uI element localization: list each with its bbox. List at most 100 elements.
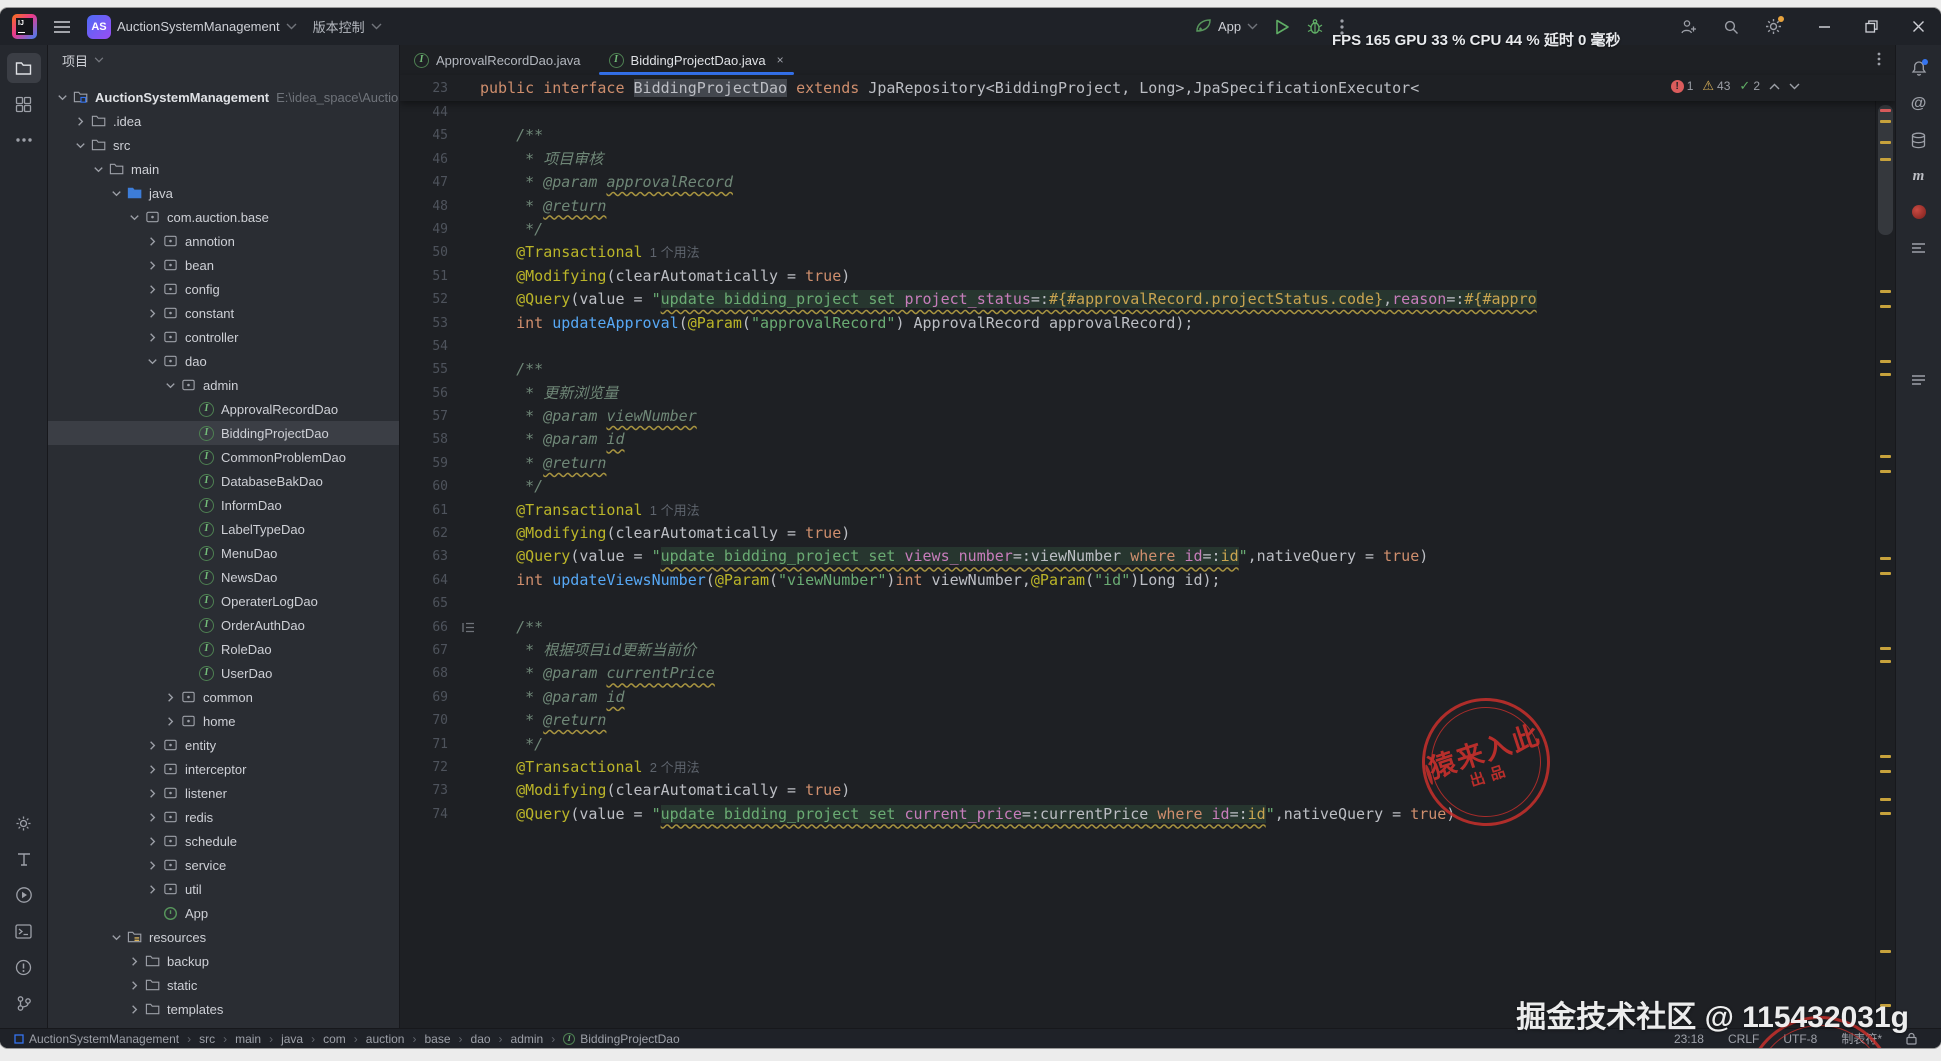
database-tool-icon[interactable] [1902, 125, 1936, 155]
services-tool-icon[interactable] [7, 808, 41, 838]
next-problem-icon[interactable] [1789, 83, 1800, 90]
chevron-open-icon[interactable] [126, 209, 143, 225]
warning-stripe-mark[interactable] [1880, 360, 1891, 363]
warning-stripe-mark[interactable] [1880, 305, 1891, 308]
warning-stripe-mark[interactable] [1880, 798, 1891, 801]
close-icon[interactable] [1912, 20, 1925, 33]
warning-stripe-mark[interactable] [1880, 557, 1891, 560]
tree-item-CommonProblemDao[interactable]: I CommonProblemDao [48, 445, 399, 469]
breadcrumb-item-main[interactable]: main [235, 1032, 261, 1046]
line-number[interactable]: 55 [400, 358, 462, 381]
chevron-open-icon[interactable] [108, 929, 125, 945]
structure-lines-icon[interactable] [1902, 233, 1936, 263]
debug-icon[interactable] [1307, 18, 1323, 35]
chevron-closed-icon[interactable] [144, 833, 161, 849]
line-number[interactable]: 56 [400, 382, 462, 405]
line-number[interactable]: 44 [400, 101, 462, 124]
project-tool-icon[interactable] [6, 53, 41, 83]
tree-item-util[interactable]: util [48, 877, 399, 901]
line-number[interactable]: 65 [400, 592, 462, 615]
warning-stripe-mark[interactable] [1880, 455, 1891, 458]
chevron-closed-icon[interactable] [144, 737, 161, 753]
line-number[interactable]: 64 [400, 569, 462, 592]
breadcrumb-item-com[interactable]: com [323, 1032, 346, 1046]
scrollbar-thumb[interactable] [1878, 105, 1893, 235]
error-stripe-mark[interactable] [1880, 109, 1891, 112]
line-number[interactable]: 68 [400, 662, 462, 685]
tree-item-static[interactable]: static [48, 973, 399, 997]
todo-tool-icon[interactable] [7, 844, 41, 874]
tree-item-LabelTypeDao[interactable]: I LabelTypeDao [48, 517, 399, 541]
chevron-closed-icon[interactable] [144, 257, 161, 273]
warning-stripe-mark[interactable] [1880, 812, 1891, 815]
prev-problem-icon[interactable] [1769, 83, 1780, 90]
line-number[interactable]: 45 [400, 124, 462, 147]
tree-item-ApprovalRecordDao[interactable]: I ApprovalRecordDao [48, 397, 399, 421]
error-stripe[interactable] [1875, 101, 1895, 1048]
line-number[interactable]: 70 [400, 709, 462, 732]
tree-item-BiddingProjectDao[interactable]: I BiddingProjectDao [48, 421, 399, 445]
breadcrumb-item-AuctionSystemManagement[interactable]: AuctionSystemManagement [14, 1032, 179, 1046]
problems-tool-icon[interactable] [7, 952, 41, 982]
tree-item-service[interactable]: service [48, 853, 399, 877]
tree-item-backup[interactable]: backup [48, 949, 399, 973]
warning-stripe-mark[interactable] [1880, 120, 1891, 123]
project-panel-title[interactable]: 项目 [62, 51, 88, 70]
tree-item-RoleDao[interactable]: I RoleDao [48, 637, 399, 661]
chevron-closed-icon[interactable] [144, 233, 161, 249]
git-tool-icon[interactable] [7, 988, 41, 1018]
line-number[interactable]: 71 [400, 733, 462, 756]
chevron-open-icon[interactable] [144, 353, 161, 369]
chevron-closed-icon[interactable] [144, 305, 161, 321]
breadcrumb-item-auction[interactable]: auction [366, 1032, 405, 1046]
breadcrumb-item-admin[interactable]: admin [511, 1032, 544, 1046]
tree-item-schedule[interactable]: schedule [48, 829, 399, 853]
terminal-tool-icon[interactable] [7, 916, 41, 946]
tree-item-OperaterLogDao[interactable]: I OperaterLogDao [48, 589, 399, 613]
more-tool-windows-icon[interactable] [7, 125, 41, 155]
chevron-open-icon[interactable] [54, 89, 71, 105]
line-number[interactable]: 49 [400, 218, 462, 241]
notifications-bell-icon[interactable] [1902, 53, 1936, 83]
run-tool-icon[interactable] [7, 880, 41, 910]
tree-item-com.auction.base[interactable]: com.auction.base [48, 205, 399, 229]
tree-item-interceptor[interactable]: interceptor [48, 757, 399, 781]
redis-tool-icon[interactable] [1902, 197, 1936, 227]
maven-tool-icon[interactable]: m [1902, 161, 1936, 191]
tree-item-controller[interactable]: controller [48, 325, 399, 349]
line-number[interactable]: 52 [400, 288, 462, 311]
tree-item-listener[interactable]: listener [48, 781, 399, 805]
close-tab-icon[interactable]: × [777, 53, 784, 67]
breadcrumb-item-src[interactable]: src [199, 1032, 215, 1046]
tree-item-bean[interactable]: bean [48, 253, 399, 277]
line-number[interactable]: 61 [400, 499, 462, 522]
line-number[interactable]: 67 [400, 639, 462, 662]
add-user-icon[interactable] [1680, 19, 1697, 35]
tree-item-annotion[interactable]: annotion [48, 229, 399, 253]
tree-item-NewsDao[interactable]: I NewsDao [48, 565, 399, 589]
chevron-closed-icon[interactable] [144, 785, 161, 801]
tree-item-java[interactable]: java [48, 181, 399, 205]
chevron-closed-icon[interactable] [126, 1001, 143, 1017]
chevron-closed-icon[interactable] [72, 113, 89, 129]
tree-item-src[interactable]: src [48, 133, 399, 157]
chevron-closed-icon[interactable] [144, 281, 161, 297]
tree-item-UserDao[interactable]: I UserDao [48, 661, 399, 685]
line-number[interactable]: 62 [400, 522, 462, 545]
chevron-closed-icon[interactable] [144, 761, 161, 777]
warning-stripe-mark[interactable] [1880, 470, 1891, 473]
line-number[interactable]: 54 [400, 335, 462, 358]
chevron-closed-icon[interactable] [144, 881, 161, 897]
tree-item-AuctionSystemManagement[interactable]: AuctionSystemManagement E:\idea_space\Auc… [48, 85, 399, 109]
line-number[interactable]: 57 [400, 405, 462, 428]
line-number[interactable]: 63 [400, 545, 462, 568]
tab-options-kebab-icon[interactable] [1877, 52, 1881, 66]
chevron-open-icon[interactable] [108, 185, 125, 201]
tree-item-OrderAuthDao[interactable]: I OrderAuthDao [48, 613, 399, 637]
breadcrumb-item-dao[interactable]: dao [471, 1032, 491, 1046]
breadcrumb-item-BiddingProjectDao[interactable]: I BiddingProjectDao [563, 1032, 680, 1046]
tree-item-redis[interactable]: redis [48, 805, 399, 829]
line-number[interactable]: 47 [400, 171, 462, 194]
chevron-closed-icon[interactable] [144, 329, 161, 345]
tree-item-common[interactable]: common [48, 685, 399, 709]
